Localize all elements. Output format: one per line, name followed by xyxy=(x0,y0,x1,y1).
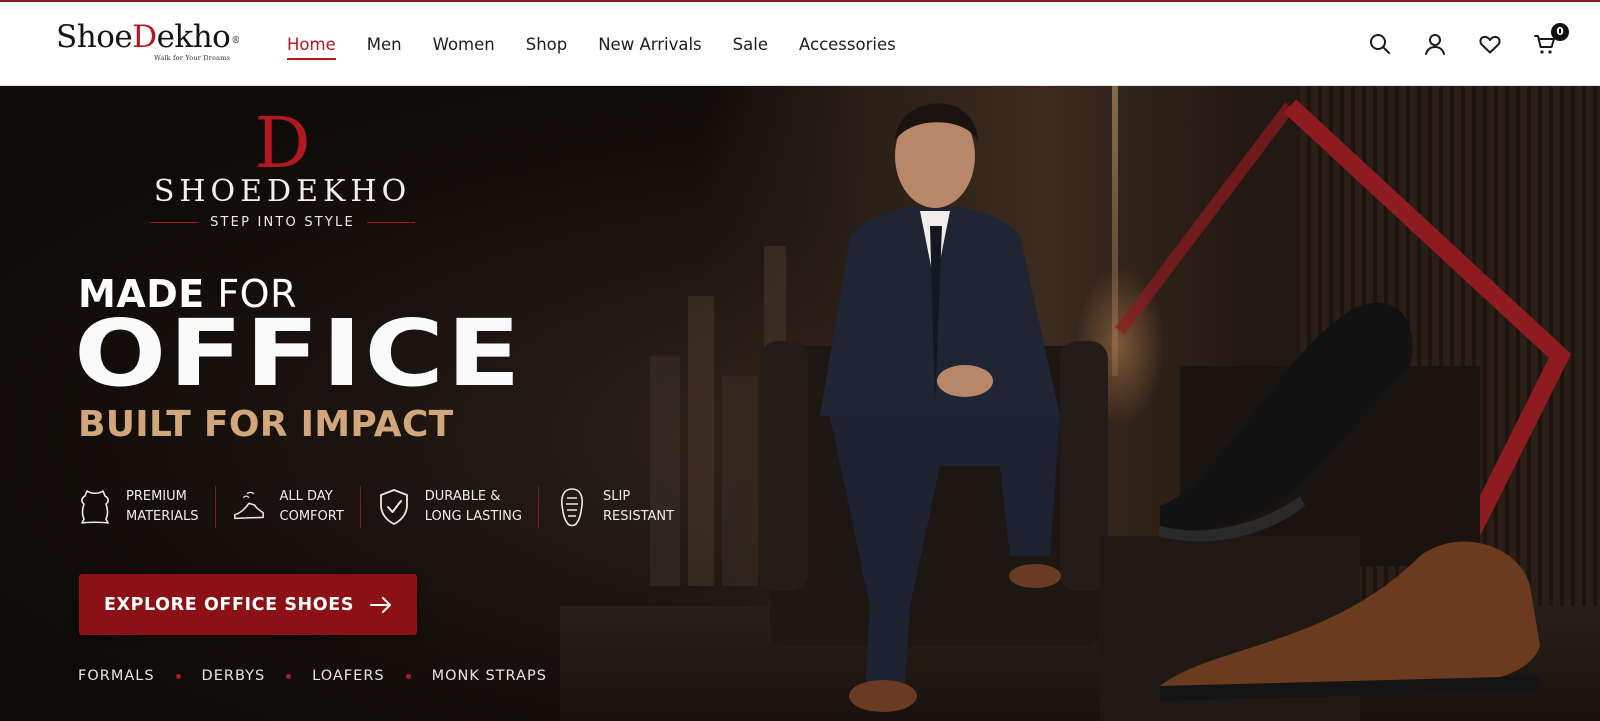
headline-main: OFFICE xyxy=(74,300,523,407)
header-actions: 0 xyxy=(1338,2,1569,86)
cart-count-badge: 0 xyxy=(1551,23,1569,41)
feature-list: PREMIUM MATERIALS ALL DAY COMFORT DURABL… xyxy=(78,486,706,528)
site-header: ShoeDekho® Walk for Your Dreams Home Men… xyxy=(0,2,1600,86)
feature-item: PREMIUM MATERIALS xyxy=(78,486,216,528)
brand-tagline-row: STEP INTO STYLE xyxy=(150,215,415,230)
headline-sub: BUILT FOR IMPACT xyxy=(78,404,454,445)
hero-banner: D SHOEDEKHO STEP INTO STYLE MADE FOR OFF… xyxy=(0,86,1600,721)
user-icon[interactable] xyxy=(1422,31,1448,57)
separator-dot xyxy=(405,673,411,679)
leather-hide-icon xyxy=(78,488,112,526)
category-derbys[interactable]: DERBYS xyxy=(202,668,266,684)
nav-women[interactable]: Women xyxy=(433,31,495,58)
main-nav: Home Men Women Shop New Arrivals Sale Ac… xyxy=(287,2,927,86)
shoe-comfort-icon xyxy=(232,488,266,526)
divider xyxy=(366,222,415,223)
shield-check-icon xyxy=(377,488,411,526)
feature-item: DURABLE & LONG LASTING xyxy=(377,486,539,528)
separator-dot xyxy=(286,673,292,679)
site-logo[interactable]: ShoeDekho® Walk for Your Dreams xyxy=(56,19,240,68)
nav-accessories[interactable]: Accessories xyxy=(799,31,896,58)
sole-grip-icon xyxy=(555,488,589,527)
feature-text: DURABLE & LONG LASTING xyxy=(424,489,522,524)
nav-shop[interactable]: Shop xyxy=(526,31,568,58)
feature-text: PREMIUM MATERIALS xyxy=(126,489,199,524)
logo-tagline: Walk for Your Dreams xyxy=(154,54,231,62)
category-links: FORMALS DERBYS LOAFERS MONK STRAPS xyxy=(78,668,547,684)
hero-brand-mark: D SHOEDEKHO STEP INTO STYLE xyxy=(150,108,415,230)
divider xyxy=(150,222,199,223)
explore-office-shoes-button[interactable]: EXPLORE OFFICE SHOES xyxy=(79,574,417,635)
feature-item: ALL DAY COMFORT xyxy=(232,486,361,528)
search-icon[interactable] xyxy=(1367,31,1393,57)
category-formals[interactable]: FORMALS xyxy=(78,668,155,684)
separator-dot xyxy=(175,673,181,679)
brand-name: SHOEDEKHO xyxy=(153,174,412,209)
feature-text: ALL DAY COMFORT xyxy=(279,489,344,524)
model-in-suit-image xyxy=(760,103,1108,712)
nav-new-arrivals[interactable]: New Arrivals xyxy=(598,31,701,58)
nav-men[interactable]: Men xyxy=(367,31,402,58)
nav-home[interactable]: Home xyxy=(287,31,336,60)
brand-monogram: D xyxy=(254,102,311,184)
logo-wordmark: ShoeDekho® xyxy=(56,19,240,55)
category-loafers[interactable]: LOAFERS xyxy=(312,668,384,684)
shoes-display-graphic xyxy=(1100,99,1572,721)
arrow-right-icon xyxy=(370,596,392,613)
nav-sale[interactable]: Sale xyxy=(733,31,768,58)
brand-tagline: STEP INTO STYLE xyxy=(210,215,355,230)
heart-icon[interactable] xyxy=(1477,31,1503,57)
feature-item: SLIP RESISTANT xyxy=(555,486,690,528)
cart-icon[interactable]: 0 xyxy=(1532,23,1569,57)
cta-label: EXPLORE OFFICE SHOES xyxy=(103,594,355,615)
feature-text: SLIP RESISTANT xyxy=(602,489,675,524)
category-monk-straps[interactable]: MONK STRAPS xyxy=(432,668,547,684)
